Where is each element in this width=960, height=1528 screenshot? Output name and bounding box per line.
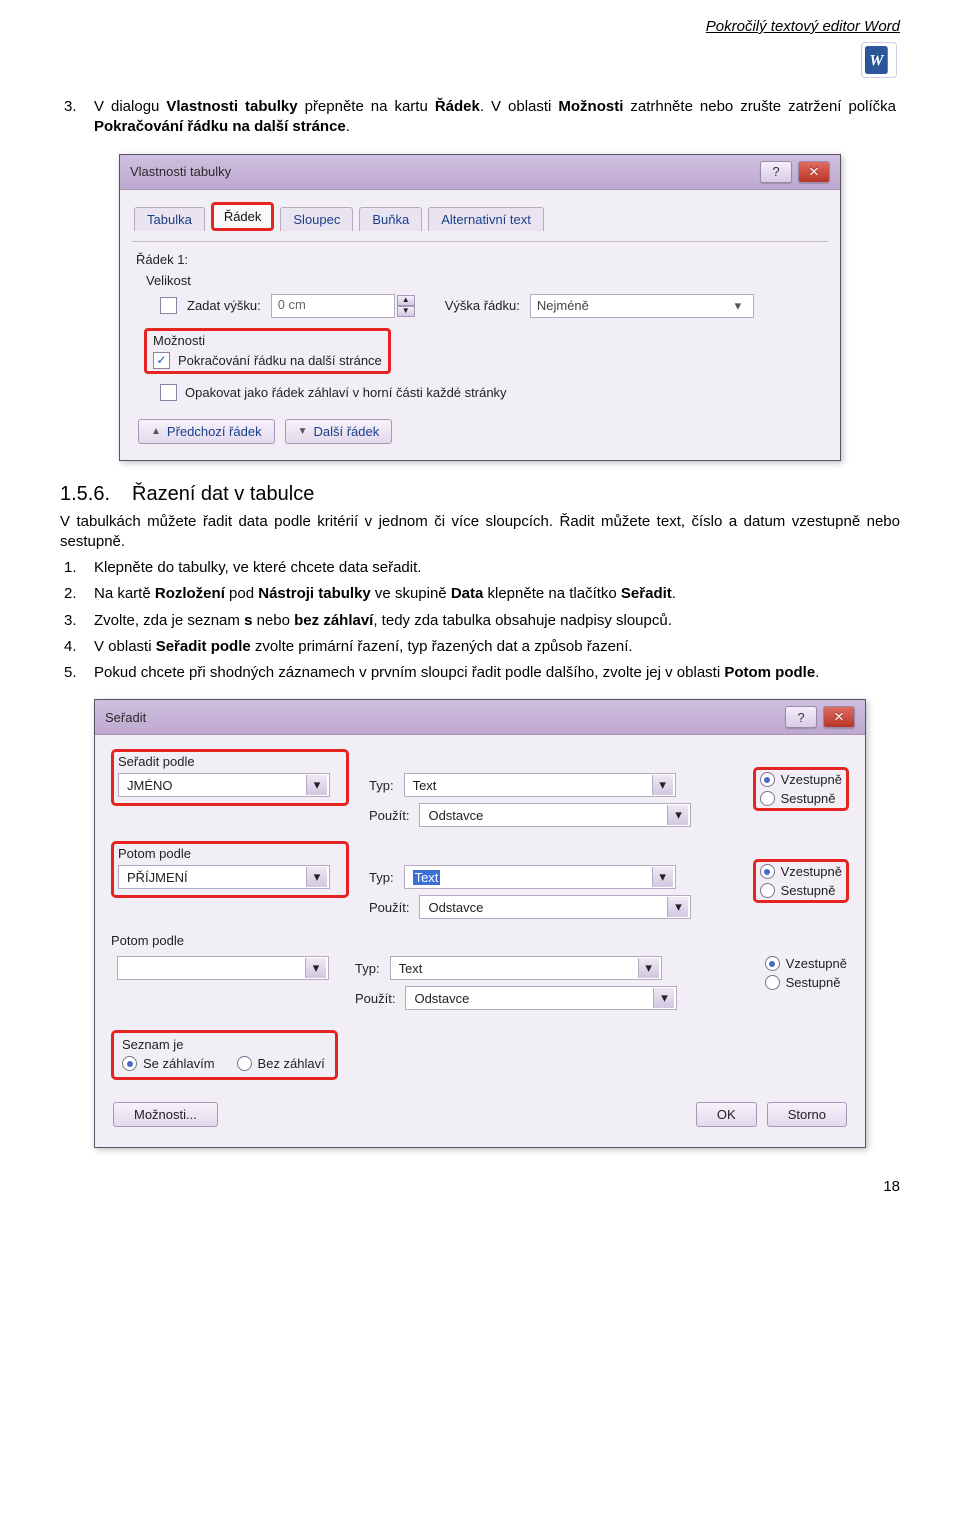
allow-row-break-label: Pokračování řádku na další stránce	[178, 353, 382, 368]
seznam-je-label: Seznam je	[122, 1037, 325, 1052]
dialog-tabs: Tabulka Řádek Sloupec Buňka Alternativní…	[134, 202, 826, 231]
sort-by-field-combo[interactable]: JMÉNO▾	[118, 773, 330, 797]
close-button[interactable]: ✕	[798, 161, 830, 183]
size-label: Velikost	[146, 273, 826, 288]
chevron-down-icon: ▾	[306, 867, 327, 887]
chevron-down-icon: ▾	[652, 775, 673, 795]
type-combo[interactable]: Text▾	[404, 865, 676, 889]
chevron-down-icon: ▾	[652, 867, 673, 887]
using-label: Použít:	[355, 991, 395, 1006]
ascending-label: Vzestupně	[781, 772, 842, 787]
descending-label: Sestupně	[781, 791, 836, 806]
type-combo[interactable]: Text▾	[404, 773, 676, 797]
ascending-label: Vzestupně	[786, 956, 847, 971]
tab-radek[interactable]: Řádek	[211, 202, 275, 231]
descending-radio[interactable]	[765, 975, 780, 990]
options-button[interactable]: Možnosti...	[113, 1102, 218, 1127]
triangle-up-icon: ▲	[151, 426, 161, 437]
then-by-group-2: Potom podle ▾ Typ: Text▾ Použít: Odstavc…	[111, 933, 849, 1016]
list-item: 4.V oblasti Seřadit podle zvolte primárn…	[94, 637, 900, 657]
using-combo[interactable]: Odstavce▾	[405, 986, 677, 1010]
triangle-down-icon: ▼	[298, 426, 308, 437]
chevron-down-icon: ▾	[653, 988, 674, 1008]
using-label: Použít:	[369, 900, 409, 915]
sort-dialog: Seřadit ? ✕ Seřadit podle JMÉNO▾ Typ: Te…	[94, 699, 866, 1148]
section-heading: 1.5.6.Řazení dat v tabulce	[60, 483, 900, 506]
descending-label: Sestupně	[781, 883, 836, 898]
ascending-radio[interactable]	[760, 864, 775, 879]
ascending-radio[interactable]	[765, 956, 780, 971]
ascending-radio[interactable]	[760, 772, 775, 787]
list-item: 1.Klepněte do tabulky, ve které chcete d…	[94, 558, 900, 578]
type-combo[interactable]: Text▾	[390, 956, 662, 980]
chevron-down-icon: ▾	[667, 805, 688, 825]
repeat-header-label: Opakovat jako řádek záhlaví v horní část…	[185, 385, 507, 400]
dialog-title: Seřadit	[105, 710, 146, 725]
list-has-header-group: Seznam je Se záhlavím Bez záhlaví	[111, 1030, 338, 1080]
without-header-label: Bez záhlaví	[258, 1056, 325, 1071]
page-header: Pokročilý textový editor Word	[60, 18, 900, 35]
chevron-down-icon: ▾	[305, 958, 326, 978]
zadat-vysku-checkbox[interactable]	[160, 297, 177, 314]
tab-alt-text[interactable]: Alternativní text	[428, 207, 544, 231]
then-by-field-combo-2[interactable]: ▾	[117, 956, 329, 980]
step-3-text: 3.V dialogu Vlastnosti tabulky přepněte …	[94, 97, 900, 138]
ok-button[interactable]: OK	[696, 1102, 757, 1127]
list-item: 3.Zvolte, zda je seznam s nebo bez záhla…	[94, 611, 900, 631]
word-icon: W	[858, 39, 900, 85]
zadat-vysku-label: Zadat výšku:	[187, 298, 261, 313]
dialog-title: Vlastnosti tabulky	[130, 164, 231, 179]
chevron-down-icon: ▾	[638, 958, 659, 978]
dialog-titlebar: Vlastnosti tabulky ? ✕	[120, 155, 840, 190]
descending-label: Sestupně	[786, 975, 841, 990]
spin-up-icon[interactable]: ▲	[397, 295, 415, 306]
help-button[interactable]: ?	[760, 161, 792, 183]
using-combo[interactable]: Odstavce▾	[419, 895, 691, 919]
tab-tabulka[interactable]: Tabulka	[134, 207, 205, 231]
type-label: Typ:	[355, 961, 380, 976]
section-intro-text: V tabulkách můžete řadit data podle krit…	[60, 512, 900, 553]
next-row-button[interactable]: ▼Další řádek	[285, 419, 393, 444]
allow-row-break-checkbox[interactable]	[153, 352, 170, 369]
type-label: Typ:	[369, 870, 394, 885]
vyska-radku-label: Výška řádku:	[445, 298, 520, 313]
tab-bunka[interactable]: Buňka	[359, 207, 422, 231]
with-header-radio[interactable]	[122, 1056, 137, 1071]
page-number: 18	[60, 1178, 900, 1195]
ascending-label: Vzestupně	[781, 864, 842, 879]
then-by-label: Potom podle	[118, 846, 342, 861]
row-1-label: Řádek 1:	[136, 252, 826, 267]
then-by-group-1: Potom podle PŘÍJMENÍ▾ Typ: Text▾ Použít:…	[111, 841, 849, 925]
using-label: Použít:	[369, 808, 409, 823]
sort-by-group: Seřadit podle JMÉNO▾ Typ: Text▾ Použít: …	[111, 749, 849, 833]
table-properties-dialog: Vlastnosti tabulky ? ✕ Tabulka Řádek Slo…	[119, 154, 841, 461]
descending-radio[interactable]	[760, 791, 775, 806]
close-button[interactable]: ✕	[823, 706, 855, 728]
sort-by-label: Seřadit podle	[118, 754, 342, 769]
height-input[interactable]: 0 cm	[271, 294, 395, 318]
without-header-radio[interactable]	[237, 1056, 252, 1071]
tab-sloupec[interactable]: Sloupec	[280, 207, 353, 231]
list-item: 5.Pokud chcete při shodných záznamech v …	[94, 663, 900, 683]
dialog-titlebar: Seřadit ? ✕	[95, 700, 865, 735]
cancel-button[interactable]: Storno	[767, 1102, 847, 1127]
descending-radio[interactable]	[760, 883, 775, 898]
then-by-field-combo[interactable]: PŘÍJMENÍ▾	[118, 865, 330, 889]
spin-down-icon[interactable]: ▼	[397, 306, 415, 317]
options-label: Možnosti	[153, 333, 382, 348]
chevron-down-icon: ▾	[306, 775, 327, 795]
svg-text:W: W	[869, 52, 884, 69]
row-height-combo[interactable]: Nejméně▾	[530, 294, 754, 318]
previous-row-button[interactable]: ▲Předchozí řádek	[138, 419, 275, 444]
repeat-header-checkbox[interactable]	[160, 384, 177, 401]
list-item: 2.Na kartě Rozložení pod Nástroji tabulk…	[94, 584, 900, 604]
with-header-label: Se záhlavím	[143, 1056, 215, 1071]
type-label: Typ:	[369, 778, 394, 793]
help-button[interactable]: ?	[785, 706, 817, 728]
using-combo[interactable]: Odstavce▾	[419, 803, 691, 827]
then-by-label: Potom podle	[111, 933, 849, 948]
options-group: Možnosti Pokračování řádku na další strá…	[134, 328, 826, 401]
chevron-down-icon: ▾	[667, 897, 688, 917]
